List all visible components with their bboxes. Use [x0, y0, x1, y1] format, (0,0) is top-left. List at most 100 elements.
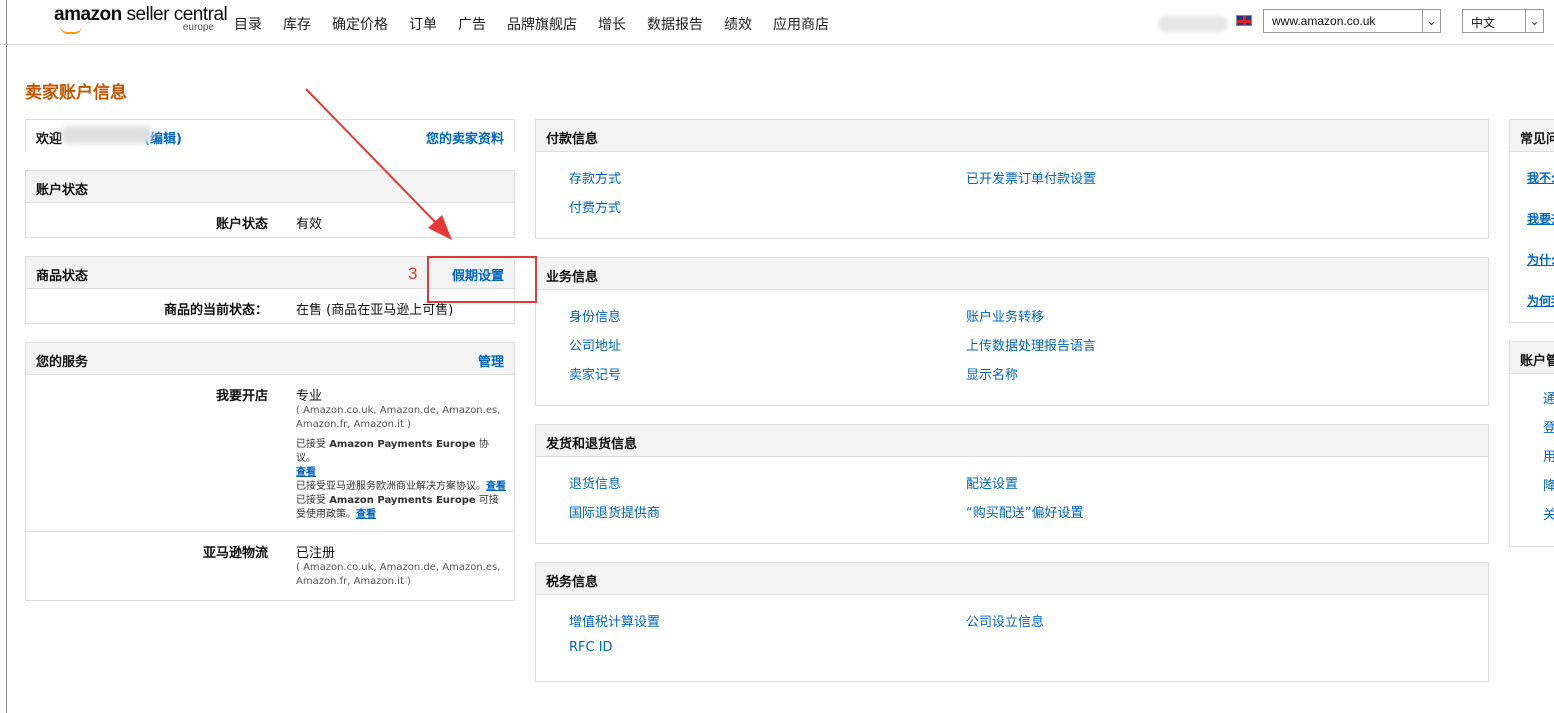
faq-link-3[interactable]: 为什么 — [1527, 251, 1554, 268]
main-nav: 目录 库存 确定价格 订单 广告 品牌旗舰店 增长 数据报告 绩效 应用商店 — [234, 14, 850, 34]
service-row-fba: 亚马逊物流 已注册 ( Amazon.co.uk, Amazon.de, Ama… — [26, 532, 514, 599]
account-management-panel: 账户管 通 登 用 降 关 — [1509, 341, 1554, 547]
language-select[interactable]: 中文 ⌄ — [1462, 9, 1544, 33]
agreement-note-1: 已接受 Amazon Payments Europe 协议。 查看 — [296, 438, 506, 480]
page-title: 卖家账户信息 — [25, 83, 127, 103]
logo-region: europe — [182, 22, 214, 33]
nav-growth[interactable]: 增长 — [598, 14, 626, 34]
annotation-highlight-box — [427, 256, 537, 303]
listing-status-label: 商品的当前状态： — [163, 303, 268, 318]
annotation-step-number: 3 — [408, 264, 418, 283]
services-header: 您的服务 管理 — [26, 343, 514, 375]
services-title: 您的服务 — [36, 355, 89, 370]
nav-stores[interactable]: 品牌旗舰店 — [507, 14, 577, 34]
service-markets-fba: ( Amazon.co.uk, Amazon.de, Amazon.es, Am… — [296, 562, 501, 587]
account-mgmt-link-1[interactable]: 通 — [1543, 388, 1554, 407]
service-detail-fba: 已注册 ( Amazon.co.uk, Amazon.de, Amazon.es… — [296, 542, 506, 589]
buy-shipping-prefs-link[interactable]: “购买配送”偏好设置 — [966, 502, 1083, 521]
company-establishment-link[interactable]: 公司设立信息 — [966, 611, 1044, 630]
seller-central-logo[interactable]: amazon seller central europe — [54, 4, 228, 40]
account-status-label: 账户状态 — [215, 217, 268, 232]
account-transfer-link[interactable]: 账户业务转移 — [966, 306, 1044, 325]
deposit-method-link[interactable]: 存款方式 — [569, 168, 621, 187]
note3-bold: Amazon Payments Europe — [329, 495, 476, 506]
faq-title: 常见问 — [1520, 132, 1554, 147]
nav-inventory[interactable]: 库存 — [283, 14, 311, 34]
blurred-seller-name — [62, 126, 152, 144]
manage-services-link[interactable]: 管理 — [478, 351, 504, 370]
account-management-header: 账户管 — [1510, 342, 1554, 374]
company-address-link[interactable]: 公司地址 — [569, 335, 621, 354]
faq-panel: 常见问 我不么 我要去 为什么 为何我 — [1509, 119, 1554, 323]
service-value-selling: 专业 — [296, 389, 323, 404]
account-management-title: 账户管 — [1520, 354, 1554, 369]
note1-pre: 已接受 — [296, 439, 330, 450]
nav-advertising[interactable]: 广告 — [458, 14, 486, 34]
page-left-border — [6, 0, 7, 713]
account-mgmt-link-2[interactable]: 登 — [1543, 417, 1554, 436]
business-info-header: 业务信息 — [536, 258, 1488, 290]
view-link-2[interactable]: 查看 — [486, 481, 506, 492]
annotation-arrow — [305, 88, 452, 240]
service-markets-selling: ( Amazon.co.uk, Amazon.de, Amazon.es, Am… — [296, 405, 501, 430]
faq-link-1[interactable]: 我不么 — [1527, 169, 1554, 186]
service-value-fba: 已注册 — [296, 546, 336, 561]
note3-pre: 已接受 — [296, 495, 330, 506]
report-language-link[interactable]: 上传数据处理报告语言 — [966, 335, 1096, 354]
tax-info-panel: 税务信息 增值税计算设置 公司设立信息 RFC ID — [535, 562, 1489, 682]
marketplace-select-value: www.amazon.co.uk — [1272, 14, 1376, 28]
account-mgmt-link-5[interactable]: 关 — [1543, 504, 1554, 523]
note2-pre: 已接受亚马逊服务欧洲商业解决方案协议。 — [296, 481, 486, 492]
service-row-selling: 我要开店 专业 ( Amazon.co.uk, Amazon.de, Amazo… — [26, 375, 514, 532]
payment-info-header: 付款信息 — [536, 120, 1488, 152]
seller-token-link[interactable]: 卖家记号 — [569, 364, 621, 383]
faq-link-2[interactable]: 我要去 — [1527, 210, 1554, 227]
charge-method-link[interactable]: 付费方式 — [569, 197, 621, 216]
chevron-down-icon: ⌄ — [1525, 10, 1543, 32]
shipping-info-title: 发货和退货信息 — [546, 437, 638, 452]
uk-flag-icon — [1236, 15, 1252, 26]
agreement-note-2: 已接受亚马逊服务欧洲商业解决方案协议。查看 — [296, 480, 506, 494]
rfc-id-link[interactable]: RFC ID — [569, 640, 613, 655]
nav-orders[interactable]: 订单 — [409, 14, 437, 34]
top-header: amazon seller central europe 目录 库存 确定价格 … — [0, 0, 1554, 45]
business-info-panel: 业务信息 身份信息 账户业务转移 公司地址 上传数据处理报告语言 卖家记号 显示… — [535, 257, 1489, 406]
nav-performance[interactable]: 绩效 — [724, 14, 752, 34]
chevron-down-icon: ⌄ — [1422, 10, 1440, 32]
vat-calc-settings-link[interactable]: 增值税计算设置 — [569, 611, 660, 630]
nav-pricing[interactable]: 确定价格 — [332, 14, 388, 34]
nav-catalog[interactable]: 目录 — [234, 14, 262, 34]
nav-appstore[interactable]: 应用商店 — [773, 14, 829, 34]
service-label-selling: 我要开店 — [215, 389, 268, 404]
account-status-title: 账户状态 — [36, 183, 89, 198]
invoiced-order-payment-link[interactable]: 已开发票订单付款设置 — [966, 168, 1096, 187]
faq-header: 常见问 — [1510, 120, 1554, 152]
account-mgmt-link-3[interactable]: 用 — [1543, 446, 1554, 465]
identity-info-link[interactable]: 身份信息 — [569, 306, 621, 325]
nav-reports[interactable]: 数据报告 — [647, 14, 703, 34]
shipping-settings-link[interactable]: 配送设置 — [966, 473, 1018, 492]
services-panel: 您的服务 管理 我要开店 专业 ( Amazon.co.uk, Amazon.d… — [25, 342, 515, 601]
tax-info-title: 税务信息 — [546, 575, 599, 590]
display-name-link[interactable]: 显示名称 — [966, 364, 1018, 383]
view-link-1[interactable]: 查看 — [296, 467, 316, 478]
amazon-smile-icon — [60, 26, 82, 34]
shipping-info-header: 发货和退货信息 — [536, 425, 1488, 457]
business-info-title: 业务信息 — [546, 270, 599, 285]
marketplace-select[interactable]: www.amazon.co.uk ⌄ — [1263, 9, 1441, 33]
view-link-3[interactable]: 查看 — [356, 509, 376, 520]
intl-return-provider-link[interactable]: 国际退货提供商 — [569, 502, 660, 521]
faq-link-4[interactable]: 为何我 — [1527, 292, 1554, 309]
blurred-username — [1158, 16, 1228, 32]
account-mgmt-link-4[interactable]: 降 — [1543, 475, 1554, 494]
logo-main: amazon — [54, 4, 122, 25]
welcome-label: 欢迎 — [36, 132, 63, 147]
service-detail-selling: 专业 ( Amazon.co.uk, Amazon.de, Amazon.es,… — [296, 385, 506, 522]
service-label-fba: 亚马逊物流 — [202, 546, 268, 561]
language-select-value: 中文 — [1471, 16, 1496, 30]
payment-info-title: 付款信息 — [546, 132, 599, 147]
agreement-note-3: 已接受 Amazon Payments Europe 可接受使用政策。查看 — [296, 494, 506, 522]
return-info-link[interactable]: 退货信息 — [569, 473, 621, 492]
listing-status-title: 商品状态 — [36, 269, 89, 284]
payment-info-panel: 付款信息 存款方式 已开发票订单付款设置 付费方式 — [535, 119, 1489, 239]
